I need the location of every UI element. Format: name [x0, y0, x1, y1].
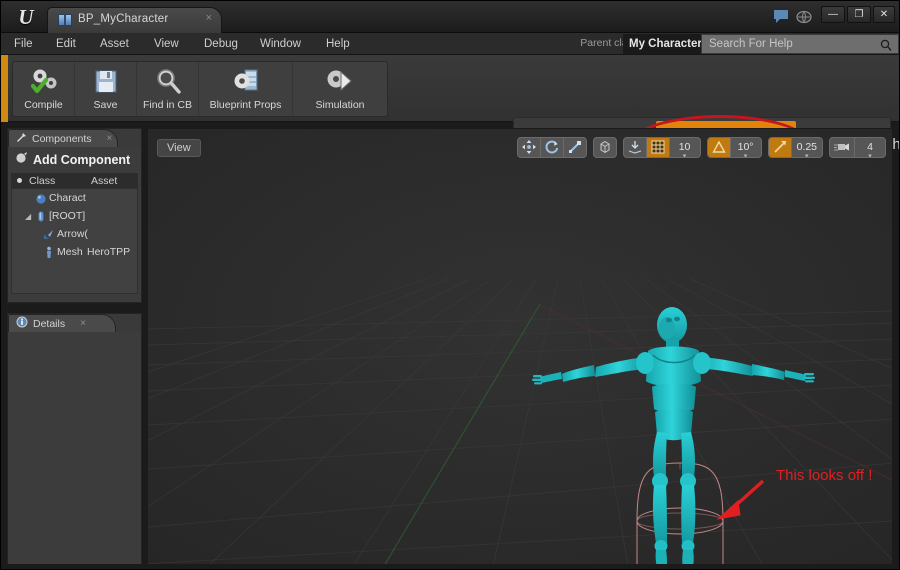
surface-snap-icon[interactable]	[624, 137, 647, 157]
blueprint-props-label: Blueprint Props	[209, 99, 282, 111]
blueprint-icon	[58, 14, 72, 26]
search-for-help-input[interactable]: Search For Help	[701, 34, 899, 54]
table-row[interactable]: Arrow(	[12, 225, 137, 243]
status-bar	[1, 564, 899, 569]
details-panel-title: Details	[33, 317, 66, 330]
simulation-icon	[323, 66, 357, 98]
window-minimize-button[interactable]: —	[821, 6, 845, 23]
components-panel-body: Add Component Class Asset Charact ◢ [ROO…	[8, 147, 141, 302]
search-placeholder: Search For Help	[709, 38, 793, 50]
save-icon	[89, 66, 123, 98]
angle-snap-group: 10°	[706, 136, 762, 158]
table-row[interactable]: ◢ [ROOT]	[12, 207, 137, 225]
find-in-content-browser-icon	[151, 66, 185, 98]
camera-speed-group: 4	[829, 136, 886, 158]
add-component-icon	[15, 151, 28, 169]
rotate-gizmo-icon[interactable]	[541, 137, 564, 157]
menu-item-file[interactable]: File	[7, 33, 40, 55]
search-icon	[880, 38, 892, 51]
menu-item-asset[interactable]: Asset	[93, 33, 136, 55]
move-gizmo-icon[interactable]	[518, 137, 541, 157]
document-tab-bp-mycharacter[interactable]: BP_MyCharacter ×	[47, 7, 222, 33]
grid-snap-group: 10	[622, 136, 701, 158]
scale-snap-group: 0.25	[767, 136, 823, 158]
tree-item-label: Mesh	[57, 246, 83, 258]
unreal-engine-logo-icon: U	[18, 5, 34, 29]
compile-icon	[27, 66, 61, 98]
title-bar: U BP_MyCharacter × — ❐ ✕	[1, 1, 899, 33]
document-tab-close-icon[interactable]: ×	[206, 12, 212, 24]
menu-item-window[interactable]: Window	[253, 33, 308, 55]
component-tree-header: Class Asset	[11, 173, 138, 188]
info-icon	[16, 315, 28, 333]
compile-button-label: Compile	[24, 99, 63, 111]
components-panel-close-icon[interactable]: ×	[107, 133, 113, 144]
unreal-blueprint-editor-window: U BP_MyCharacter × — ❐ ✕ File Edit Asset…	[0, 0, 900, 570]
menu-item-help[interactable]: Help	[319, 33, 357, 55]
scale-snap-value[interactable]: 0.25	[792, 138, 822, 157]
column-header-asset[interactable]: Asset	[91, 175, 117, 187]
grid-snap-icon[interactable]	[646, 137, 670, 157]
menu-item-debug[interactable]: Debug	[197, 33, 245, 55]
camera-speed-value[interactable]: 4	[855, 138, 885, 157]
tree-item-label: [ROOT]	[49, 210, 86, 222]
main-toolbar: Compile Save Find in CB Blueprint Props …	[1, 55, 899, 173]
simulation-button[interactable]: Simulation	[293, 62, 387, 116]
viewport-toolbar: 10 10° 0.25	[516, 136, 886, 158]
add-component-button[interactable]: Add Component	[11, 150, 138, 170]
component-tree: Charact ◢ [ROOT] Arrow(Mesh HeroTPP	[11, 188, 138, 294]
transform-gizmo-group	[516, 136, 587, 158]
table-row[interactable]: Mesh HeroTPP	[12, 243, 137, 261]
details-panel-tab[interactable]: Details ×	[8, 314, 116, 332]
save-button[interactable]: Save	[75, 62, 137, 116]
scale-snap-icon[interactable]	[768, 137, 792, 157]
document-tab-label: BP_MyCharacter	[78, 13, 169, 25]
components-panel-title: Components	[32, 132, 92, 145]
annotation-text: This looks off !	[776, 467, 873, 484]
3d-viewport[interactable]: This looks off ! View 10 ▾ 10° ▾ 0.25 ▾ …	[147, 128, 893, 565]
visibility-column-icon	[17, 178, 22, 183]
simulation-label: Simulation	[315, 99, 365, 111]
column-header-class[interactable]: Class	[29, 175, 55, 187]
toolbar-button-group: Compile Save Find in CB Blueprint Props …	[12, 61, 388, 117]
details-panel-close-icon[interactable]: ×	[80, 318, 86, 329]
blueprint-props-button[interactable]: Blueprint Props	[199, 62, 293, 116]
tree-item-asset: HeroTPP	[87, 246, 131, 258]
compile-button[interactable]: Compile	[13, 62, 75, 116]
details-panel: Details ×	[7, 313, 142, 565]
toolbar-accent-bar	[1, 55, 8, 122]
tree-item-label: Arrow(	[57, 228, 88, 240]
components-panel: Components × Add Component Class Asset C…	[7, 128, 142, 303]
share-cloud-icon[interactable]	[796, 9, 812, 24]
arrow-icon	[43, 228, 55, 241]
angle-snap-icon[interactable]	[707, 137, 731, 157]
window-maximize-button[interactable]: ❐	[847, 6, 871, 23]
camera-speed-icon[interactable]	[830, 137, 855, 157]
sphere-icon	[35, 192, 47, 205]
menu-item-edit[interactable]: Edit	[49, 33, 83, 55]
tree-item-label: Charact	[49, 192, 86, 204]
coordinate-system-group	[592, 136, 617, 158]
mesh-icon	[43, 246, 55, 259]
components-panel-icon	[16, 130, 27, 148]
grid-snap-value[interactable]: 10	[670, 138, 700, 157]
details-panel-body	[8, 332, 141, 564]
save-button-label: Save	[93, 99, 118, 111]
add-component-label: Add Component	[33, 153, 131, 167]
find-in-content-browser-button[interactable]: Find in CB	[137, 62, 199, 116]
find-in-content-browser-label: Find in CB	[142, 99, 193, 111]
blueprint-props-icon	[229, 66, 263, 98]
feedback-chat-icon[interactable]	[773, 9, 789, 24]
view-menu-button[interactable]: View	[157, 139, 201, 157]
capsule-icon	[35, 210, 47, 223]
table-row[interactable]: Charact	[12, 189, 137, 207]
world-space-icon[interactable]	[594, 138, 616, 157]
window-close-button[interactable]: ✕	[873, 6, 895, 23]
expander-icon[interactable]: ◢	[25, 212, 33, 221]
components-panel-tab[interactable]: Components ×	[8, 129, 118, 147]
menu-item-view[interactable]: View	[147, 33, 186, 55]
scale-gizmo-icon[interactable]	[564, 138, 586, 157]
viewport-scene	[148, 129, 892, 564]
angle-snap-value[interactable]: 10°	[731, 138, 761, 157]
